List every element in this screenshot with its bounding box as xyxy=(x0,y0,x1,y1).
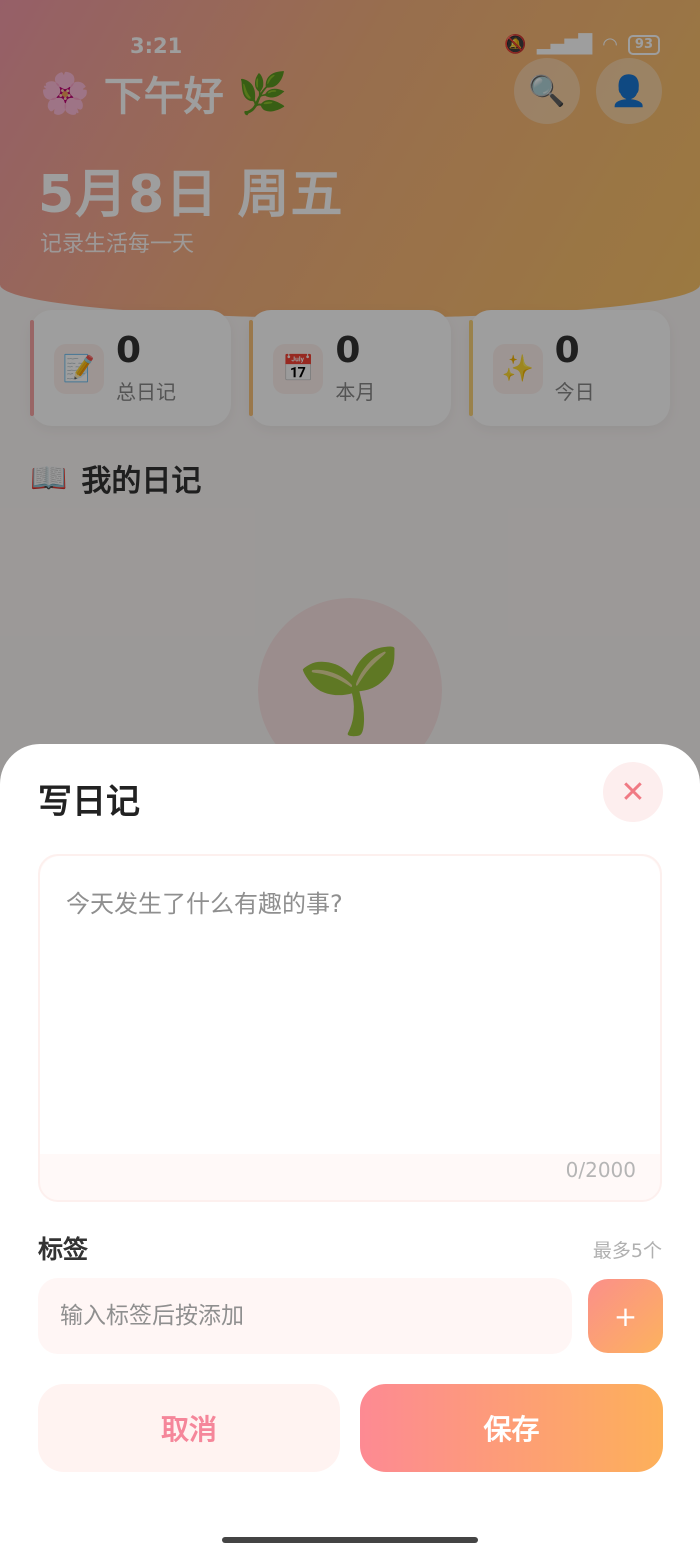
home-indicator[interactable] xyxy=(222,1537,478,1543)
save-button[interactable]: 保存 xyxy=(360,1384,663,1472)
diary-content-input[interactable] xyxy=(40,856,660,1154)
diary-content-box: 0/2000 xyxy=(38,854,662,1202)
add-tag-button[interactable]: + xyxy=(588,1279,663,1353)
tag-limit-hint: 最多5个 xyxy=(592,1240,662,1262)
plus-icon: + xyxy=(613,1299,638,1333)
close-button[interactable]: ✕ xyxy=(603,762,663,822)
tag-label: 标签 xyxy=(38,1235,89,1264)
char-counter: 0/2000 xyxy=(565,1158,636,1182)
tag-input[interactable] xyxy=(38,1278,572,1354)
close-icon: ✕ xyxy=(620,774,646,810)
cancel-button[interactable]: 取消 xyxy=(38,1384,340,1472)
write-diary-sheet: 写日记 ✕ 0/2000 标签 最多5个 + 取消 保存 xyxy=(0,744,700,1555)
sheet-title: 写日记 xyxy=(38,782,140,822)
